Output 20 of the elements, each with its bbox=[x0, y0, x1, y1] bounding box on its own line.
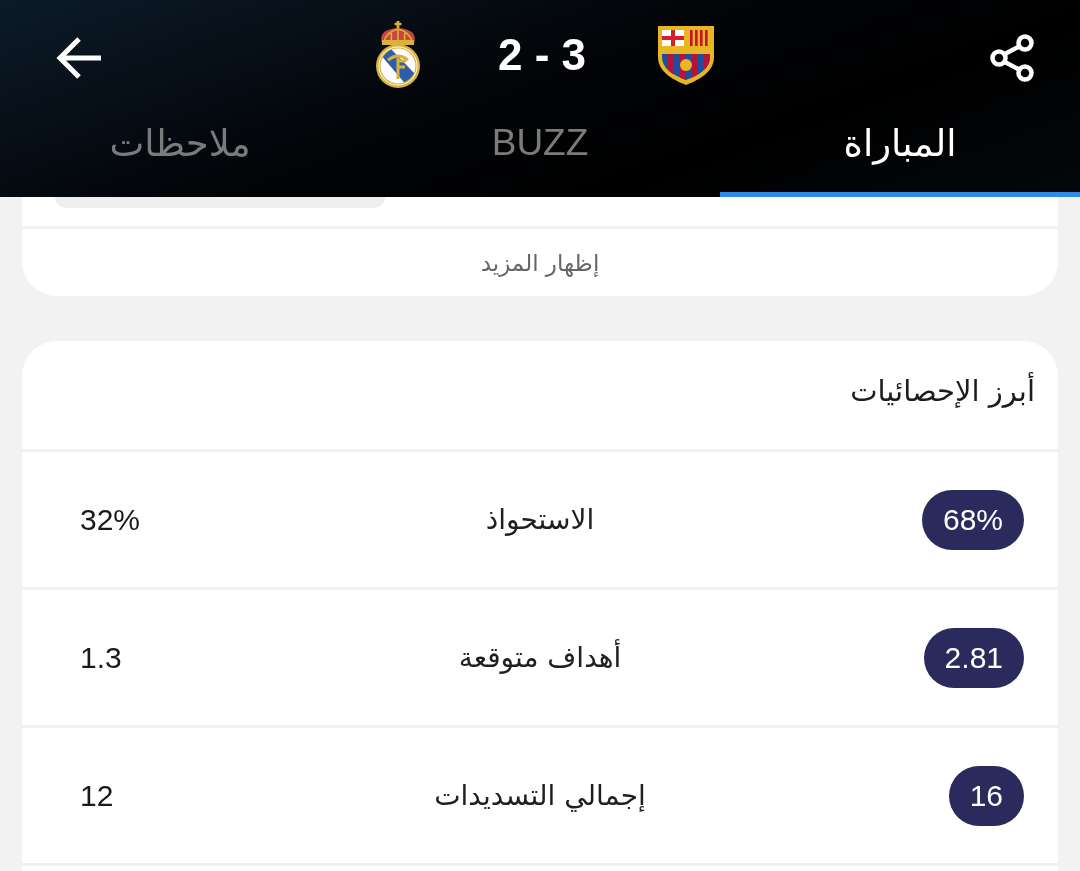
leading-stat-value: 16 bbox=[948, 765, 1024, 826]
match-score: 2 - 3 bbox=[497, 30, 586, 80]
share-icon bbox=[989, 34, 1035, 82]
stat-value: 12 bbox=[80, 778, 114, 812]
round-crest-icon bbox=[373, 21, 422, 89]
stat-label: أهداف متوقعة bbox=[458, 641, 622, 674]
show-more-button[interactable]: إظهار المزيد bbox=[480, 249, 600, 276]
tab[interactable]: ملاحظات bbox=[0, 110, 360, 197]
stat-label: الاستحواذ bbox=[485, 503, 595, 536]
section-title: أبرز الإحصائيات bbox=[850, 374, 1035, 408]
stat-label: إجمالي التسديدات bbox=[434, 779, 646, 812]
arrow-left-icon bbox=[55, 35, 103, 81]
leading-stat-value: 2.81 bbox=[923, 627, 1024, 688]
stat-value: 1.3 bbox=[80, 640, 122, 674]
leading-stat-value: 68% bbox=[921, 489, 1024, 550]
tab[interactable]: BUZZ bbox=[360, 110, 720, 197]
stat-value: 32% bbox=[80, 502, 141, 536]
shield-crest-icon bbox=[656, 24, 716, 86]
back-button[interactable] bbox=[55, 35, 103, 81]
share-button[interactable] bbox=[989, 34, 1035, 82]
